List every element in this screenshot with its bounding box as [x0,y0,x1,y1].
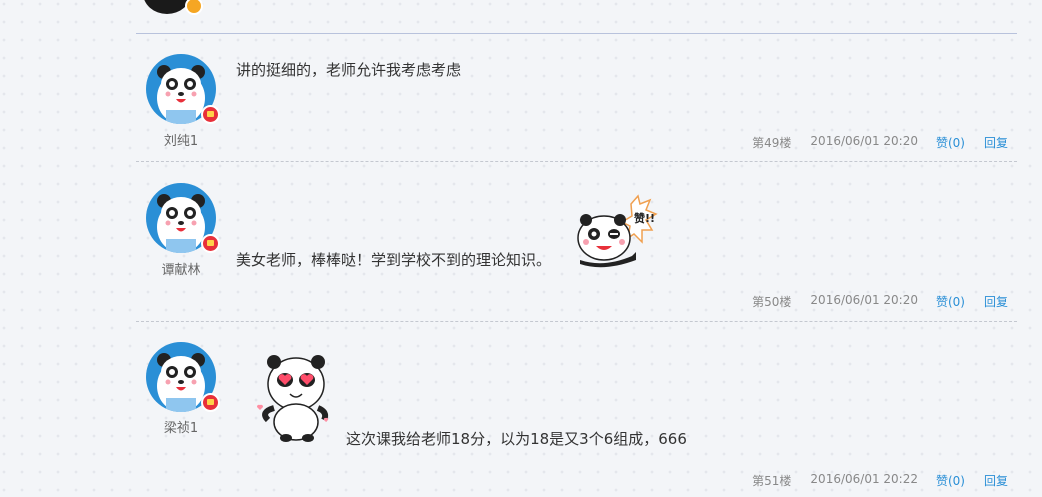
vip-badge-icon [201,105,220,124]
avatar[interactable] [146,342,220,414]
comment-text: 这次课我给老师18分，以为18是又3个6组成，666 [346,430,687,448]
comment-username[interactable]: 刘纯1 [146,130,216,149]
like-button[interactable]: 赞(0) [936,472,965,489]
floor-number: 第50楼 [752,295,792,309]
reply-button[interactable]: 回复 [984,472,1008,489]
like-button[interactable]: 赞(0) [936,293,965,310]
comment-meta: 第49楼 2016/06/01 20:20 赞(0) 回复 [752,134,1008,151]
reply-button[interactable]: 回复 [984,293,1008,310]
comment-item: 谭献林 美女老师，棒棒哒！学到学校不到的理论知识。 赞!! 第50楼 2016/… [136,162,1017,322]
comment-meta: 第50楼 2016/06/01 20:20 赞(0) 回复 [752,293,1008,310]
previous-comment-avatar[interactable] [143,0,191,14]
level-badge-icon [185,0,203,15]
comment-username[interactable]: 谭献林 [146,259,216,278]
comment-item: 梁祯1 这次课我给老师18分，以为18是又3个6组成，666 第51楼 2016… [136,322,1017,497]
comment-time: 2016/06/01 20:22 [810,472,918,486]
avatar[interactable] [146,183,220,255]
comment-text: 美女老师，棒棒哒！学到学校不到的理论知识。 [236,251,552,269]
comment-item: 刘纯1 讲的挺细的，老师允许我考虑考虑 第49楼 2016/06/01 20:2… [136,34,1017,162]
comment-time: 2016/06/01 20:20 [810,134,918,148]
like-button[interactable]: 赞(0) [936,134,965,151]
avatar[interactable] [146,54,220,126]
vip-badge-icon [201,234,220,253]
floor-number: 第51楼 [752,474,792,488]
comment-time: 2016/06/01 20:20 [810,293,918,307]
panda-thumbs-up-sticker-icon: 赞!! [576,194,666,269]
comment-list-page: 刘纯1 讲的挺细的，老师允许我考虑考虑 第49楼 2016/06/01 20:2… [0,0,1042,497]
panda-heart-eyes-sticker-icon [254,350,334,442]
floor-number: 第49楼 [752,136,792,150]
reply-button[interactable]: 回复 [984,134,1008,151]
vip-badge-icon [201,393,220,412]
sticker-text: 赞!! [633,211,655,225]
comment-username[interactable]: 梁祯1 [146,417,216,436]
comment-meta: 第51楼 2016/06/01 20:22 赞(0) 回复 [752,472,1008,489]
comment-text: 讲的挺细的，老师允许我考虑考虑 [236,61,462,79]
